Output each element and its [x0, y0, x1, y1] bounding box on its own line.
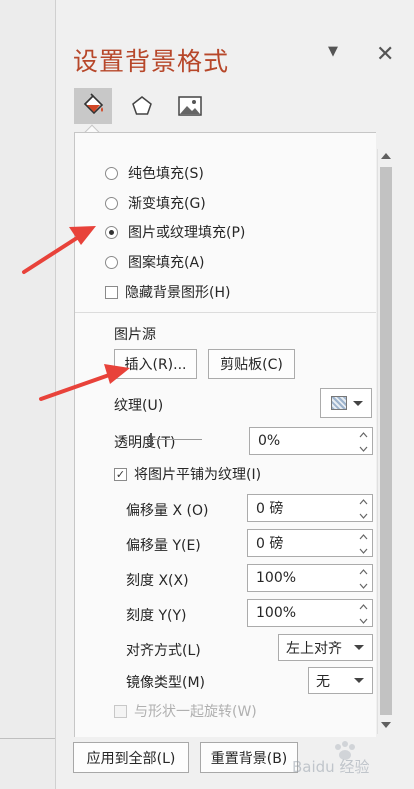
watermark-text: Baidu 经验	[292, 758, 369, 776]
texture-swatch-icon	[331, 396, 347, 410]
transparency-slider-track[interactable]	[150, 439, 202, 440]
section-divider	[75, 312, 376, 313]
rotate-with-shape-label: 与形状一起旋转(W)	[134, 704, 257, 720]
reset-background-button[interactable]: 重置背景(B)	[200, 742, 298, 773]
pattern-fill-radio[interactable]: 图案填充(A)	[105, 252, 205, 272]
rotate-with-shape-checkbox: 与形状一起旋转(W)	[114, 701, 257, 721]
pentagon-icon	[132, 96, 152, 115]
transparency-field[interactable]	[249, 427, 373, 455]
picture-texture-fill-label: 图片或纹理填充(P)	[128, 225, 246, 241]
spin-buttons-icon[interactable]	[359, 431, 368, 453]
mirror-type-value: 无	[316, 673, 330, 690]
apply-to-all-button[interactable]: 应用到全部(L)	[73, 742, 189, 773]
picture-texture-fill-radio[interactable]: 图片或纹理填充(P)	[105, 222, 245, 242]
left-divider	[0, 738, 55, 739]
scroll-up-icon[interactable]	[381, 153, 391, 159]
radio-button[interactable]	[105, 196, 118, 210]
tab-picture[interactable]	[171, 88, 209, 124]
transparency-slider-thumb[interactable]	[150, 433, 152, 446]
paint-bucket-icon	[83, 93, 104, 115]
scale-y-label: 刻度 Y(Y)	[126, 608, 187, 624]
radio-button-selected[interactable]	[105, 225, 118, 239]
scrollbar-thumb[interactable]	[380, 167, 392, 715]
spin-buttons-icon[interactable]	[359, 603, 368, 625]
chevron-down-icon	[354, 645, 364, 650]
clipboard-button[interactable]: 剪贴板(C)	[208, 349, 295, 379]
texture-picker[interactable]	[320, 388, 372, 418]
mirror-type-label: 镜像类型(M)	[126, 675, 206, 691]
radio-button[interactable]	[105, 166, 118, 180]
offset-y-label: 偏移量 Y(E)	[126, 538, 201, 554]
checkbox-checked[interactable]: ✓	[114, 467, 127, 481]
pattern-fill-label: 图案填充(A)	[128, 255, 205, 271]
scale-y-field[interactable]	[247, 599, 373, 627]
radio-button[interactable]	[105, 255, 118, 269]
offset-x-label: 偏移量 X (O)	[126, 503, 209, 519]
checkbox[interactable]	[105, 285, 118, 299]
offset-y-input[interactable]	[248, 530, 328, 556]
offset-x-input[interactable]	[248, 495, 328, 521]
pane-title: 设置背景格式	[73, 47, 230, 76]
insert-button[interactable]: 插入(R)...	[114, 349, 197, 379]
close-icon[interactable]: ✕	[376, 42, 394, 67]
fill-options-panel: 纯色填充(S) 渐变填充(G) 图片或纹理填充(P) 图案填充(A) 隐藏背景图…	[74, 132, 376, 737]
chevron-down-icon	[354, 678, 364, 683]
spin-buttons-icon[interactable]	[359, 568, 368, 590]
transparency-label: 透明度(T)	[114, 435, 176, 451]
scale-x-label: 刻度 X(X)	[126, 573, 189, 589]
scroll-down-icon[interactable]	[381, 722, 391, 728]
gradient-fill-radio[interactable]: 渐变填充(G)	[105, 193, 206, 213]
pane-options-menu-icon[interactable]: ▼	[328, 44, 338, 59]
alignment-label: 对齐方式(L)	[126, 643, 201, 659]
picture-source-label: 图片源	[114, 327, 156, 343]
texture-label: 纹理(U)	[114, 398, 164, 414]
tile-picture-label: 将图片平铺为纹理(I)	[134, 467, 262, 483]
offset-y-field[interactable]	[247, 529, 373, 557]
tile-picture-checkbox[interactable]: ✓ 将图片平铺为纹理(I)	[114, 464, 261, 484]
spin-buttons-icon[interactable]	[359, 498, 368, 520]
offset-x-field[interactable]	[247, 494, 373, 522]
tab-fill[interactable]	[74, 88, 112, 124]
tab-effects[interactable]	[123, 88, 161, 124]
baidu-watermark-logo: Baidu 经验	[292, 741, 369, 776]
gradient-fill-label: 渐变填充(G)	[128, 196, 206, 212]
hide-background-graphics-label: 隐藏背景图形(H)	[125, 285, 231, 301]
checkbox-disabled	[114, 704, 127, 718]
alignment-dropdown[interactable]: 左上对齐	[278, 634, 373, 661]
scale-x-field[interactable]	[247, 564, 373, 592]
alignment-value: 左上对齐	[286, 640, 342, 657]
spin-buttons-icon[interactable]	[359, 533, 368, 555]
chevron-down-icon	[353, 400, 363, 406]
left-strip	[0, 0, 55, 789]
vertical-scrollbar[interactable]	[377, 149, 394, 734]
hide-background-graphics-checkbox[interactable]: 隐藏背景图形(H)	[105, 282, 230, 302]
solid-fill-radio[interactable]: 纯色填充(S)	[105, 163, 204, 183]
format-background-pane: 设置背景格式 ▼ ✕ 纯色填充(S) 渐变填充(G) 图片或纹理填充(P) 图案…	[56, 0, 414, 789]
solid-fill-label: 纯色填充(S)	[128, 166, 204, 182]
transparency-input[interactable]	[250, 428, 330, 454]
mirror-type-dropdown[interactable]: 无	[308, 667, 373, 694]
picture-icon	[178, 96, 202, 116]
scale-y-input[interactable]	[248, 600, 328, 626]
scale-x-input[interactable]	[248, 565, 328, 591]
